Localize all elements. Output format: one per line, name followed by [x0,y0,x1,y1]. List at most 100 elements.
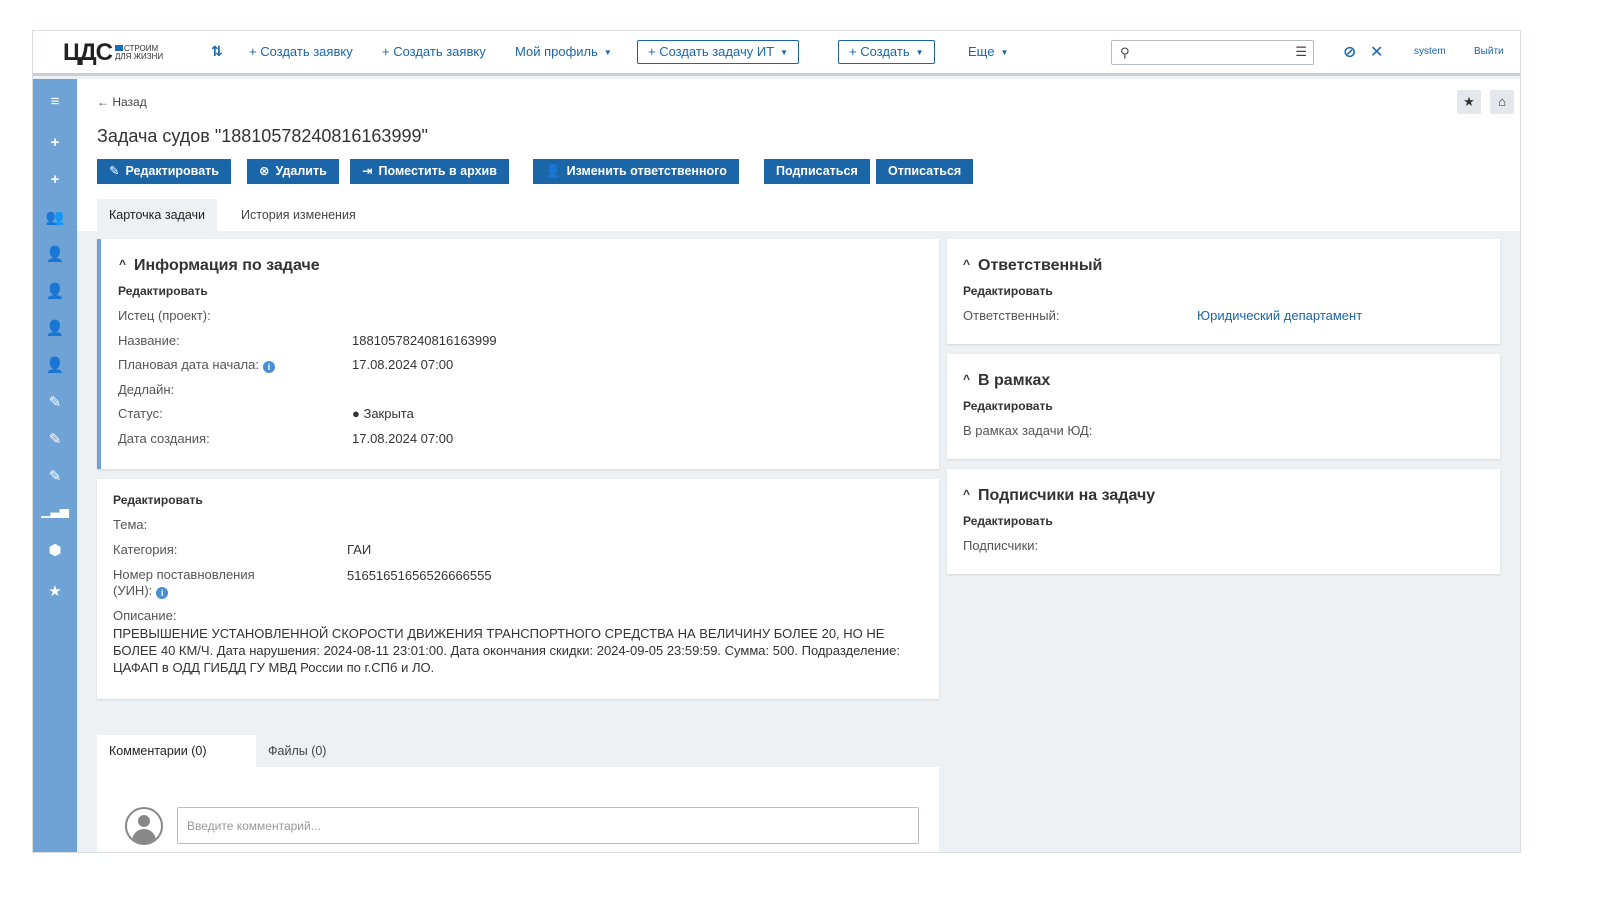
task-info-edit-link[interactable]: Редактировать [118,284,208,298]
logo[interactable]: ЦДС СТРОИМ ДЛЯ ЖИЗНИ [63,39,164,66]
scope-edit-link[interactable]: Редактировать [963,399,1053,413]
chevron-up-icon: ^ [119,257,127,271]
responsible-value-link[interactable]: Юридический департамент [1197,308,1362,323]
responsible-card: ^ Ответственный Редактировать Ответственн… [947,239,1500,344]
details-edit-link[interactable]: Редактировать [113,493,203,507]
tab-change-history[interactable]: История изменения [229,199,368,231]
start-date-value: 17.08.2024 07:00 [352,357,454,372]
name-value: 18810578240816163999 [352,333,497,348]
user-name-link[interactable]: system [1414,46,1446,57]
pencil-icon: ✎ [109,164,120,178]
logo-text: ЦДС [63,39,113,66]
menu-icon[interactable]: ≡ [33,93,77,110]
bar-chart-icon[interactable]: ▁▃▅ [33,504,77,518]
comment-area [97,767,939,852]
chevron-up-icon: ^ [963,372,971,386]
create-it-task-button[interactable]: + Создать задачу ИТ ▼ [637,40,800,64]
scope-label: В рамках задачи ЮД: [963,423,1093,438]
change-responsible-button[interactable]: 👤 Изменить ответственного [533,159,739,184]
my-profile-menu[interactable]: Мой профиль ▼ [515,44,612,59]
page-title: Задача судов "18810578240816163999" [97,126,428,146]
delete-circle-icon: ⊗ [259,164,270,178]
create-request-link-2[interactable]: + Создать заявку [382,44,486,59]
filter-sliders-icon[interactable]: ☰ [1295,44,1307,60]
category-value: ГАИ [347,542,372,557]
settings-icon[interactable]: ⬢ [33,541,77,559]
users-icon[interactable]: 👥 [33,208,77,226]
logout-link[interactable]: Выйти [1474,46,1504,57]
avatar-body [132,829,156,843]
subscribers-label: Подписчики: [963,538,1039,553]
page-header: ← Назад Задача судов "188105782408161639… [77,79,1520,231]
archive-button[interactable]: ⇥ Поместить в архив [350,159,509,184]
user-switch-icon: 👤 [545,164,561,178]
topic-label: Тема: [113,517,148,532]
chevron-up-icon: ^ [963,257,971,271]
edit-document-icon[interactable]: ✎ [33,467,77,485]
deadline-label: Дедлайн: [118,382,175,397]
logo-subtitle: СТРОИМ ДЛЯ ЖИЗНИ [114,44,164,61]
info-icon[interactable]: i [156,587,169,599]
subscribers-card: ^ Подписчики на задачу Редактировать Подп… [947,469,1500,574]
back-link[interactable]: ← Назад [97,95,147,109]
scope-card: ^ В рамках Редактировать В рамках задачи … [947,354,1500,459]
favorite-star-icon[interactable]: ★ [1457,90,1481,114]
uin-label: Номер поставновления (УИН): i [113,567,255,599]
name-label: Название: [118,333,180,348]
avatar-head [138,815,150,827]
responsible-label: Ответственный: [963,308,1060,323]
user-add-icon[interactable]: 👤 [33,245,77,263]
search-box[interactable]: ⚲ ☰ [1111,40,1314,65]
app-window: ЦДС СТРОИМ ДЛЯ ЖИЗНИ ⇅ + Создать заявку +… [32,30,1521,853]
tab-files[interactable]: Файлы (0) [256,735,338,767]
chevron-down-icon: ▼ [1000,48,1009,57]
responsible-title[interactable]: ^ Ответственный [963,257,1102,275]
chevron-up-icon: ^ [963,487,971,501]
chevron-down-icon: ▼ [603,48,612,57]
search-input[interactable] [1138,43,1278,62]
uin-value: 51651651656526666555 [347,568,492,583]
start-date-label: Плановая дата начала: i [118,357,275,373]
tab-task-card[interactable]: Карточка задачи [97,199,218,231]
top-navbar: ЦДС СТРОИМ ДЛЯ ЖИЗНИ ⇅ + Создать заявку +… [33,31,1520,76]
create-button[interactable]: + Создать ▼ [838,40,935,64]
subscribers-edit-link[interactable]: Редактировать [963,514,1053,528]
plus-icon[interactable]: + [33,171,77,188]
edit-document-icon[interactable]: ✎ [33,393,77,411]
category-label: Категория: [113,542,178,557]
edit-document-icon[interactable]: ✎ [33,430,77,448]
chevron-down-icon: ▼ [915,48,924,57]
sort-icon[interactable]: ⇅ [211,43,223,60]
tools-icon[interactable]: ✕ [1370,42,1383,62]
user-arrow-icon[interactable]: 👤 [33,282,77,300]
delete-button[interactable]: ⊗ Удалить [247,159,339,184]
chevron-down-icon: ▼ [780,48,789,57]
plus-icon[interactable]: + [33,134,77,151]
user-arrow-icon[interactable]: 👤 [33,356,77,374]
unsubscribe-button[interactable]: Отписаться [876,159,974,184]
star-icon[interactable]: ★ [33,582,77,600]
comment-input[interactable] [177,807,919,844]
task-info-title[interactable]: ^ Информация по задаче [119,257,320,275]
status-label: Статус: [118,406,163,421]
subscribe-button[interactable]: Подписаться [764,159,870,184]
user-arrow-icon[interactable]: 👤 [33,319,77,337]
search-icon: ⚲ [1120,45,1130,60]
sidebar: ≡ + + 👥 👤 👤 👤 👤 ✎ ✎ ✎ ▁▃▅ ⬢ ★ [33,79,77,852]
edit-button[interactable]: ✎ Редактировать [97,159,231,184]
home-icon[interactable]: ⌂ [1490,90,1514,114]
created-date-label: Дата создания: [118,431,210,446]
description-label: Описание: [113,608,177,623]
create-request-link-1[interactable]: + Создать заявку [249,44,353,59]
main-content: ← Назад Задача судов "188105782408161639… [77,79,1520,852]
scope-title[interactable]: ^ В рамках [963,372,1050,390]
info-icon[interactable]: i [262,361,275,373]
more-menu[interactable]: Еще ▼ [968,44,1008,59]
responsible-edit-link[interactable]: Редактировать [963,284,1053,298]
eye-off-icon[interactable]: ⊘ [1343,42,1356,62]
archive-icon: ⇥ [362,164,373,178]
description-text: ПРЕВЫШЕНИЕ УСТАНОВЛЕННОЙ СКОРОСТИ ДВИЖЕН… [113,626,900,675]
subscribers-title[interactable]: ^ Подписчики на задачу [963,487,1155,505]
tab-comments[interactable]: Комментарии (0) [97,735,256,767]
created-date-value: 17.08.2024 07:00 [352,431,454,446]
